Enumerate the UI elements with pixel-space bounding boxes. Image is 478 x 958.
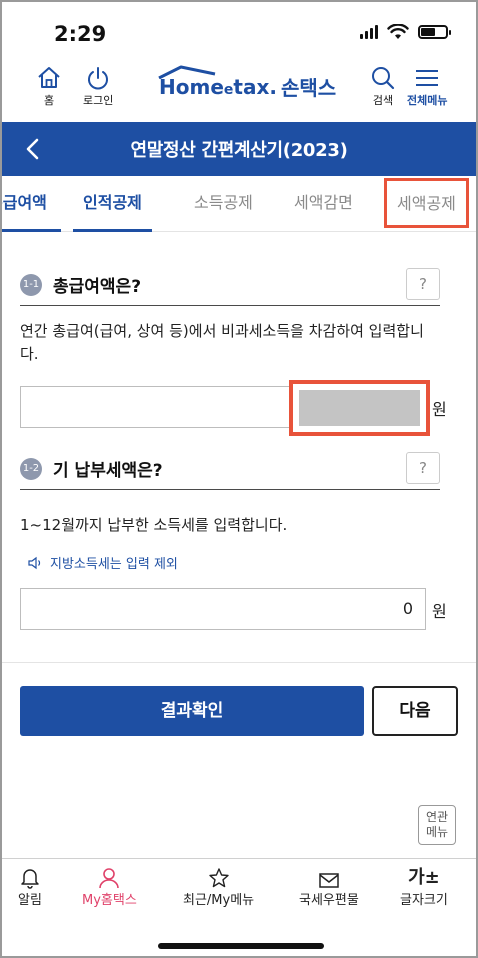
mail-icon: [319, 873, 339, 888]
nav-font-size[interactable]: 가± 글자크기: [400, 867, 448, 908]
page-title: 연말정산 간편계산기(2023): [130, 140, 348, 161]
status-time: 2:29: [54, 22, 107, 46]
help-button[interactable]: ?: [406, 268, 440, 300]
tab-bar: 총급여액 인적공제 소득공제 세액감면 세액공제: [2, 176, 476, 232]
tab-income-deduction[interactable]: 소득공제: [194, 176, 253, 232]
hamburger-icon: [416, 70, 439, 86]
tab-tax-credit[interactable]: 세액공제: [384, 178, 469, 228]
help-button[interactable]: ?: [406, 452, 440, 484]
signal-icon: [360, 25, 378, 39]
speaker-icon: [28, 556, 41, 569]
section-gross-salary-header: 1-1 총급여액은? ?: [20, 266, 440, 306]
all-menu-button[interactable]: 전체메뉴: [407, 66, 447, 108]
font-size-icon: 가±: [408, 867, 440, 888]
wifi-icon: [387, 24, 409, 39]
bell-icon: [21, 869, 39, 889]
tab-personal-deduction[interactable]: 인적공제: [73, 176, 152, 232]
section-prepaid-tax-header: 1-2 기 납부세액은? ?: [20, 450, 440, 490]
unit-label: 원: [432, 602, 447, 621]
prepaid-tax-input[interactable]: 0: [20, 588, 426, 630]
power-icon: [88, 67, 109, 90]
nav-tax-mail[interactable]: 국세우편물: [299, 867, 359, 908]
masked-value-highlight: [289, 380, 430, 436]
home-label: 홈: [43, 94, 55, 107]
unit-label: 원: [432, 400, 447, 419]
login-button[interactable]: 로그인: [83, 66, 113, 108]
local-tax-note: 지방소득세는 입력 제외: [28, 553, 178, 572]
nav-notifications[interactable]: 알림: [18, 867, 42, 908]
section-number-badge: 1-2: [20, 458, 42, 480]
logo-sontax: 손택스: [280, 76, 337, 100]
search-button[interactable]: 검색: [370, 66, 396, 108]
roof-icon: [158, 65, 216, 79]
logo-wordmark: Homeetax.: [158, 65, 277, 99]
home-icon: [38, 67, 60, 88]
title-bar: 연말정산 간편계산기(2023): [2, 122, 476, 176]
status-icons: [360, 24, 451, 40]
tab-gross-salary[interactable]: 총급여액: [2, 176, 61, 232]
hometax-logo[interactable]: Homeetax. 손택스: [158, 65, 337, 101]
prepaid-tax-value: 0: [402, 599, 413, 618]
person-icon: [99, 868, 120, 889]
home-indicator[interactable]: [158, 943, 324, 949]
next-button[interactable]: 다음: [372, 686, 458, 736]
app-header: 홈 로그인 Homeetax. 손택스 검색 전체메뉴: [2, 62, 476, 122]
phone-frame: 2:29 홈 로그인 Homeetax. 손택스 검색 전체메뉴 연말정산 간편…: [0, 0, 478, 958]
section-number-badge: 1-1: [20, 274, 42, 296]
battery-icon: [418, 25, 451, 39]
section-title: 총급여액은?: [53, 277, 142, 297]
all-menu-label: 전체메뉴: [407, 94, 448, 107]
search-label: 검색: [372, 94, 394, 107]
section-description: 연간 총급여(급여, 상여 등)에서 비과세소득을 차감하여 입력합니다.: [20, 322, 424, 363]
related-menu-button[interactable]: 연관 메뉴: [418, 805, 456, 845]
note-text: 지방소득세는 입력 제외: [50, 557, 178, 572]
bottom-navigation: 알림 My홈택스 최근/My메뉴 국세우편물 가± 글자크기: [2, 858, 476, 918]
home-button[interactable]: 홈: [36, 66, 62, 108]
tab-tax-reduction[interactable]: 세액감면: [294, 176, 353, 232]
confirm-result-button[interactable]: 결과확인: [20, 686, 364, 736]
divider: [2, 662, 476, 663]
section-description: 1~12월까지 납부한 소득세를 입력합니다.: [20, 516, 288, 534]
nav-my-hometax[interactable]: My홈택스: [82, 867, 137, 908]
section-title: 기 납부세액은?: [53, 461, 163, 481]
search-icon: [372, 67, 395, 90]
back-icon[interactable]: [22, 137, 44, 161]
login-label: 로그인: [83, 94, 114, 107]
nav-recent-my-menu[interactable]: 최근/My메뉴: [183, 867, 254, 908]
status-bar: 2:29: [2, 2, 476, 62]
star-icon: [208, 868, 229, 888]
